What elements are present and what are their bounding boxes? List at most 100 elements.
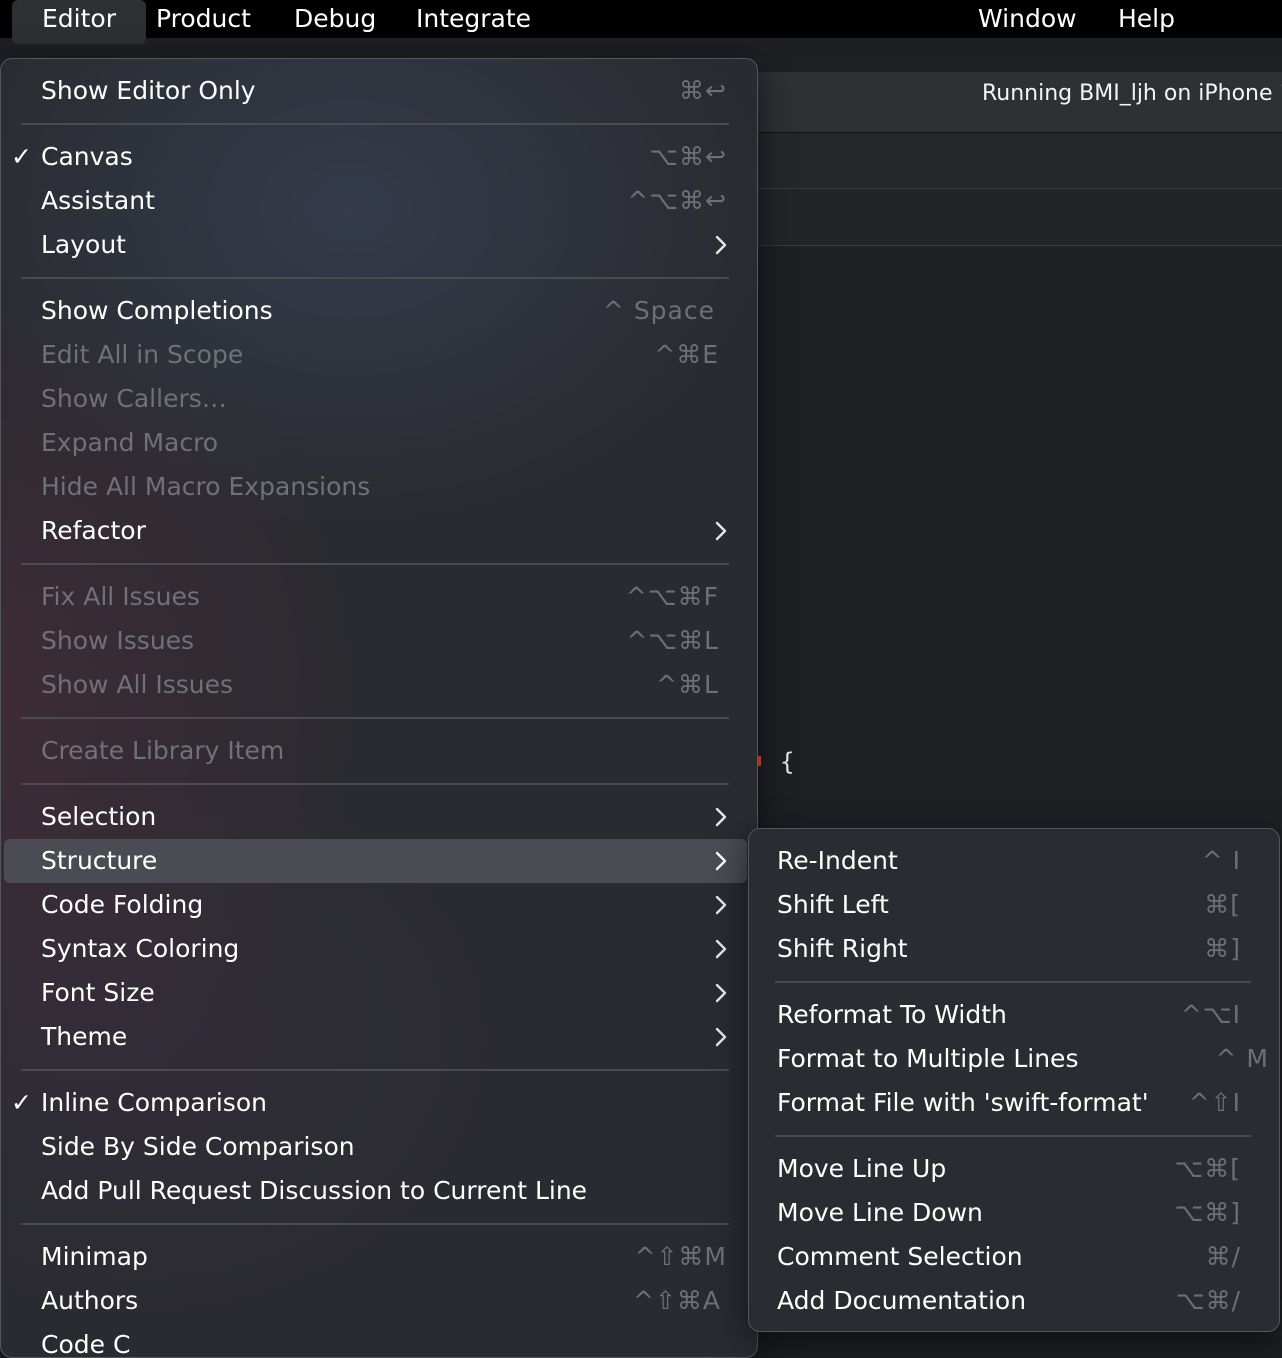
menu-item-layout[interactable]: Layout xyxy=(1,223,757,267)
menu-separator xyxy=(21,563,729,565)
submenu-item-comment-selection[interactable]: Comment Selection ⌘/ xyxy=(749,1235,1279,1279)
menu-item-label: Comment Selection xyxy=(777,1242,1023,1271)
menu-window[interactable]: Window xyxy=(978,0,1077,44)
menu-item-selection[interactable]: Selection xyxy=(1,795,757,839)
menu-item-edit-all-in-scope[interactable]: Edit All in Scope ^⌘E xyxy=(1,333,757,377)
menu-item-shortcut: ^⌥⌘↩ xyxy=(627,186,727,215)
editor-menu: Show Editor Only ⌘↩ ✓ Canvas ⌥⌘↩ Assista… xyxy=(0,58,758,1358)
menu-item-shortcut: ⌥⌘↩ xyxy=(649,142,727,171)
menu-item-code-folding[interactable]: Code Folding xyxy=(1,883,757,927)
chevron-right-icon xyxy=(715,1027,727,1047)
menu-item-font-size[interactable]: Font Size xyxy=(1,971,757,1015)
menu-item-label: Show Issues xyxy=(41,626,195,655)
submenu-item-shift-left[interactable]: Shift Left ⌘[ xyxy=(749,883,1279,927)
menu-separator xyxy=(21,123,729,125)
menu-item-shortcut: ^⌥I xyxy=(1180,1000,1241,1029)
menu-item-label: Hide All Macro Expansions xyxy=(41,472,371,501)
menu-item-shortcut: ^⌥⌘F xyxy=(625,582,719,611)
menu-help[interactable]: Help xyxy=(1118,0,1175,44)
menu-item-label: Side By Side Comparison xyxy=(41,1132,355,1161)
code-marker xyxy=(758,756,761,766)
jump-bar xyxy=(740,189,1282,246)
menu-item-shortcut: ^⌘E xyxy=(654,340,719,369)
menu-debug[interactable]: Debug xyxy=(294,0,376,44)
menu-item-label: Move Line Up xyxy=(777,1154,947,1183)
menu-item-create-library-item[interactable]: Create Library Item xyxy=(1,729,757,773)
menu-item-shortcut: ^⇧⌘M xyxy=(634,1242,727,1271)
menu-separator xyxy=(775,981,1251,983)
menu-item-syntax-coloring[interactable]: Syntax Coloring xyxy=(1,927,757,971)
menu-item-fix-all-issues[interactable]: Fix All Issues ^⌥⌘F xyxy=(1,575,757,619)
menu-separator xyxy=(21,1223,729,1225)
menu-item-show-completions[interactable]: Show Completions ^ Space xyxy=(1,289,757,333)
submenu-item-format-file-swift-format[interactable]: Format File with 'swift-format' ^⇧I xyxy=(749,1081,1279,1125)
menu-item-label: Edit All in Scope xyxy=(41,340,244,369)
menu-item-shortcut: ⌥⌘] xyxy=(1174,1198,1241,1227)
check-icon: ✓ xyxy=(11,1088,32,1117)
menu-item-label: Show Callers… xyxy=(41,384,227,413)
submenu-item-shift-right[interactable]: Shift Right ⌘] xyxy=(749,927,1279,971)
menu-item-label: Move Line Down xyxy=(777,1198,983,1227)
menu-item-label: Fix All Issues xyxy=(41,582,200,611)
menu-item-shortcut: ^ M xyxy=(1215,1044,1269,1073)
menu-item-label: Create Library Item xyxy=(41,736,285,765)
menu-item-hide-all-macro-expansions[interactable]: Hide All Macro Expansions xyxy=(1,465,757,509)
chevron-right-icon xyxy=(715,983,727,1003)
menu-product[interactable]: Product xyxy=(156,0,251,44)
submenu-item-re-indent[interactable]: Re-Indent ^ I xyxy=(749,839,1279,883)
submenu-item-reformat-to-width[interactable]: Reformat To Width ^⌥I xyxy=(749,993,1279,1037)
menu-separator xyxy=(21,277,729,279)
menu-item-label: Add Documentation xyxy=(777,1286,1027,1315)
menu-item-label: Format to Multiple Lines xyxy=(777,1044,1079,1073)
menu-item-expand-macro[interactable]: Expand Macro xyxy=(1,421,757,465)
menu-item-label: Add Pull Request Discussion to Current L… xyxy=(41,1176,588,1205)
submenu-item-add-documentation[interactable]: Add Documentation ⌥⌘/ xyxy=(749,1279,1279,1323)
menu-item-assistant[interactable]: Assistant ^⌥⌘↩ xyxy=(1,179,757,223)
menu-item-label: Font Size xyxy=(41,978,155,1007)
chevron-right-icon xyxy=(715,807,727,827)
check-icon: ✓ xyxy=(11,142,32,171)
menu-item-shortcut: ^⌥⌘L xyxy=(626,626,719,655)
menu-item-shortcut: ⌘/ xyxy=(1205,1242,1241,1271)
submenu-item-move-line-up[interactable]: Move Line Up ⌥⌘[ xyxy=(749,1147,1279,1191)
chevron-right-icon xyxy=(715,235,727,255)
menu-item-label: Minimap xyxy=(41,1242,148,1271)
menu-item-label: Inline Comparison xyxy=(41,1088,267,1117)
menu-item-inline-comparison[interactable]: ✓ Inline Comparison xyxy=(1,1081,757,1125)
menu-item-label: Re-Indent xyxy=(777,846,898,875)
submenu-item-move-line-down[interactable]: Move Line Down ⌥⌘] xyxy=(749,1191,1279,1235)
menu-item-label: Authors xyxy=(41,1286,139,1315)
menu-item-show-editor-only[interactable]: Show Editor Only ⌘↩ xyxy=(1,69,757,113)
menu-item-label: Reformat To Width xyxy=(777,1000,1007,1029)
menu-item-shortcut: ^ I xyxy=(1201,846,1241,875)
menu-item-label: Layout xyxy=(41,230,126,259)
menu-item-label: Code C xyxy=(41,1330,131,1358)
menu-item-add-pull-request-discussion[interactable]: Add Pull Request Discussion to Current L… xyxy=(1,1169,757,1213)
menu-item-show-callers[interactable]: Show Callers… xyxy=(1,377,757,421)
menu-item-show-issues[interactable]: Show Issues ^⌥⌘L xyxy=(1,619,757,663)
menu-item-structure[interactable]: Structure xyxy=(4,839,747,883)
menu-item-label: Syntax Coloring xyxy=(41,934,240,963)
menu-editor[interactable]: Editor xyxy=(12,0,146,44)
menu-item-shortcut: ^⌘L xyxy=(656,670,719,699)
menu-item-theme[interactable]: Theme xyxy=(1,1015,757,1059)
menu-item-label: Theme xyxy=(41,1022,128,1051)
menu-item-minimap[interactable]: Minimap ^⇧⌘M xyxy=(1,1235,757,1279)
menu-item-label: Expand Macro xyxy=(41,428,219,457)
menu-item-shortcut: ⌘↩ xyxy=(679,76,727,105)
menu-bar: Editor Product Debug Integrate Window He… xyxy=(0,0,1282,44)
menu-integrate[interactable]: Integrate xyxy=(416,0,531,44)
run-status: Running BMI_ljh on iPhone 1 xyxy=(982,81,1282,106)
menu-item-canvas[interactable]: ✓ Canvas ⌥⌘↩ xyxy=(1,135,757,179)
menu-item-label: Assistant xyxy=(41,186,155,215)
menu-item-label: Show Completions xyxy=(41,296,273,325)
chevron-right-icon xyxy=(715,521,727,541)
menu-item-authors[interactable]: Authors ^⇧⌘A xyxy=(1,1279,757,1323)
menu-item-refactor[interactable]: Refactor xyxy=(1,509,757,553)
menu-item-shortcut: ⌘] xyxy=(1204,934,1241,963)
menu-item-show-all-issues[interactable]: Show All Issues ^⌘L xyxy=(1,663,757,707)
submenu-item-format-to-multiple-lines[interactable]: Format to Multiple Lines ^ M xyxy=(749,1037,1279,1081)
menu-item-side-by-side-comparison[interactable]: Side By Side Comparison xyxy=(1,1125,757,1169)
menu-item-code-coverage[interactable]: Code C xyxy=(1,1323,757,1358)
menu-item-shortcut: ^ Space xyxy=(602,296,715,325)
